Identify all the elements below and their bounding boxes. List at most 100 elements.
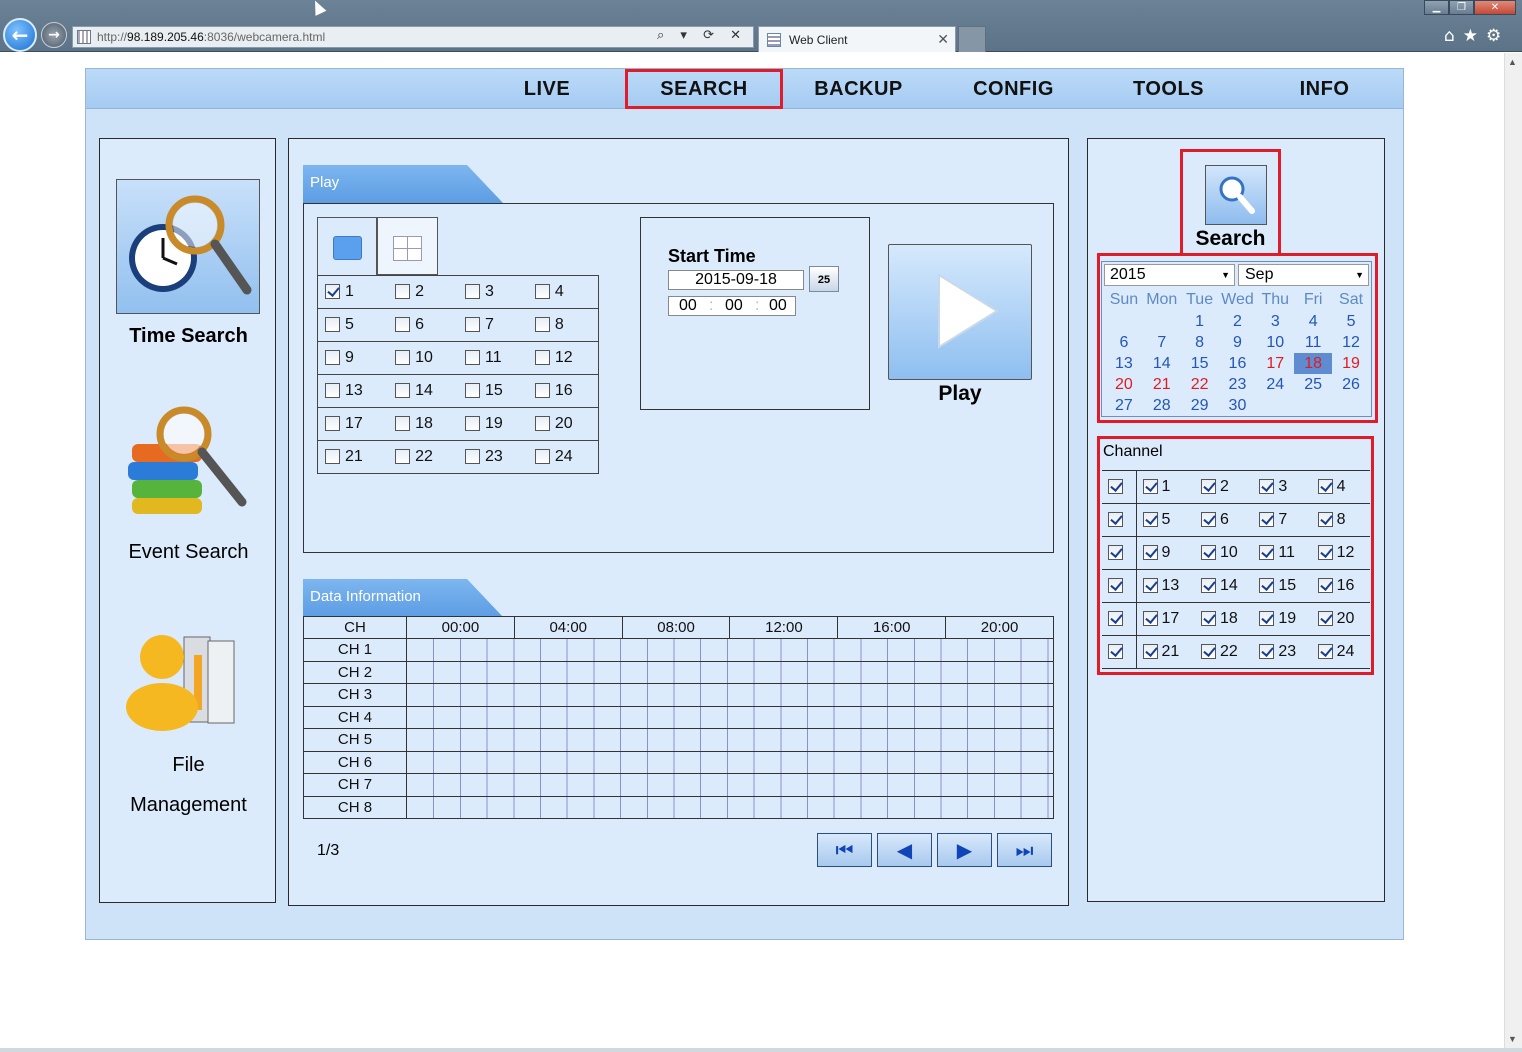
checkbox[interactable] (464, 350, 480, 366)
checkbox[interactable] (1142, 578, 1158, 594)
timeline-cells[interactable] (406, 750, 1054, 774)
browser-tab[interactable]: Web Client ✕ (758, 26, 956, 52)
calendar-day[interactable]: 20 (1105, 374, 1143, 395)
checkbox[interactable] (395, 383, 411, 399)
calendar-day[interactable]: 5 (1332, 311, 1370, 332)
checkbox[interactable] (534, 449, 550, 465)
checkbox[interactable] (325, 350, 340, 366)
channel-19[interactable]: 19 (1253, 602, 1312, 636)
checkbox[interactable] (1201, 578, 1216, 594)
checkbox[interactable] (395, 350, 411, 366)
timeline-cells[interactable] (406, 683, 1054, 707)
date-input[interactable]: 2015-09-18 (668, 270, 804, 290)
back-button[interactable]: ← (3, 18, 37, 52)
calendar-day[interactable]: 18 (1294, 353, 1333, 374)
play-tab[interactable]: Play (303, 165, 503, 203)
calendar-day[interactable]: 30 (1219, 395, 1257, 416)
checkbox[interactable] (534, 416, 550, 432)
play-channel-22[interactable]: 22 (388, 440, 458, 474)
row-select-all[interactable] (1102, 536, 1137, 570)
play-channel-11[interactable]: 11 (457, 341, 528, 375)
search-button[interactable] (1205, 165, 1267, 225)
channel-8[interactable]: 8 (1311, 503, 1370, 537)
channel-4[interactable]: 4 (1311, 470, 1370, 504)
play-channel-3[interactable]: 3 (457, 275, 528, 309)
play-channel-17[interactable]: 17 (317, 407, 389, 441)
checkbox[interactable] (1142, 479, 1158, 495)
checkbox[interactable] (1142, 611, 1158, 627)
time-search-label[interactable]: Time Search (100, 316, 277, 356)
nav-info[interactable]: INFO (1267, 69, 1382, 109)
next-page-button[interactable]: ▶ (937, 833, 992, 867)
channel-24[interactable]: 24 (1311, 635, 1370, 669)
channel-23[interactable]: 23 (1253, 635, 1312, 669)
play-channel-16[interactable]: 16 (527, 374, 599, 408)
play-channel-10[interactable]: 10 (388, 341, 458, 375)
calendar-day[interactable]: 29 (1181, 395, 1219, 416)
checkbox[interactable] (395, 317, 411, 333)
address-bar[interactable]: http://98.189.205.46:8036/webcamera.html… (72, 26, 754, 48)
close-window-button[interactable]: ✕ (1474, 0, 1516, 15)
calendar-day[interactable]: 6 (1105, 332, 1143, 353)
checkbox[interactable] (395, 416, 411, 432)
calendar-day[interactable]: 25 (1294, 374, 1332, 395)
checkbox[interactable] (464, 449, 480, 465)
play-channel-20[interactable]: 20 (527, 407, 599, 441)
calendar-day[interactable]: 2 (1219, 311, 1257, 332)
calendar-day[interactable]: 27 (1105, 395, 1143, 416)
checkbox[interactable] (1142, 512, 1158, 528)
calendar-day[interactable]: 22 (1181, 374, 1219, 395)
play-channel-7[interactable]: 7 (457, 308, 528, 342)
nav-live[interactable]: LIVE (489, 69, 605, 109)
row-select-all[interactable] (1102, 569, 1137, 603)
channel-20[interactable]: 20 (1311, 602, 1370, 636)
checkbox[interactable] (1259, 545, 1275, 561)
channel-2[interactable]: 2 (1195, 470, 1254, 504)
checkbox[interactable] (464, 284, 480, 300)
checkbox[interactable] (464, 383, 480, 399)
nav-backup[interactable]: BACKUP (801, 69, 916, 109)
calendar-day[interactable]: 21 (1143, 374, 1181, 395)
calendar-day[interactable]: 24 (1256, 374, 1294, 395)
checkbox[interactable] (1201, 611, 1216, 627)
play-channel-18[interactable]: 18 (388, 407, 458, 441)
maximize-button[interactable]: ❐ (1449, 0, 1474, 15)
checkbox[interactable] (395, 449, 411, 465)
checkbox[interactable] (1259, 578, 1275, 594)
single-view-button[interactable] (317, 217, 377, 275)
timeline-cells[interactable] (406, 773, 1054, 797)
forward-button[interactable]: → (41, 22, 67, 48)
checkbox[interactable] (1201, 644, 1216, 660)
file-management-label-2[interactable]: Management (100, 785, 277, 825)
play-channel-6[interactable]: 6 (388, 308, 458, 342)
first-page-button[interactable]: ⏮ (817, 833, 872, 867)
hour-field[interactable]: 00 (679, 297, 697, 315)
nav-search[interactable]: SEARCH (625, 69, 783, 109)
checkbox[interactable] (534, 317, 550, 333)
calendar-day[interactable]: 3 (1256, 311, 1294, 332)
last-page-button[interactable]: ⏭ (997, 833, 1052, 867)
channel-14[interactable]: 14 (1195, 569, 1254, 603)
calendar-day[interactable]: 13 (1105, 353, 1143, 374)
checkbox[interactable] (325, 317, 340, 333)
checkbox[interactable] (1201, 479, 1216, 495)
play-channel-24[interactable]: 24 (527, 440, 599, 474)
channel-10[interactable]: 10 (1195, 536, 1254, 570)
checkbox[interactable] (1317, 644, 1333, 660)
calendar-day[interactable]: 17 (1256, 353, 1294, 374)
calendar-day[interactable]: 16 (1219, 353, 1257, 374)
play-channel-15[interactable]: 15 (457, 374, 528, 408)
checkbox[interactable] (325, 416, 340, 432)
checkbox[interactable] (325, 449, 340, 465)
checkbox[interactable] (1108, 611, 1123, 627)
file-management-button[interactable] (124, 627, 259, 732)
channel-15[interactable]: 15 (1253, 569, 1312, 603)
checkbox[interactable] (1259, 611, 1275, 627)
play-channel-1[interactable]: 1 (317, 275, 389, 309)
page-scrollbar[interactable]: ▲ ▼ (1504, 53, 1522, 1048)
row-select-all[interactable] (1102, 602, 1137, 636)
home-favorites-tools-icons[interactable]: ⌂★⚙ (1444, 26, 1509, 46)
play-channel-12[interactable]: 12 (527, 341, 599, 375)
channel-12[interactable]: 12 (1311, 536, 1370, 570)
play-channel-8[interactable]: 8 (527, 308, 599, 342)
